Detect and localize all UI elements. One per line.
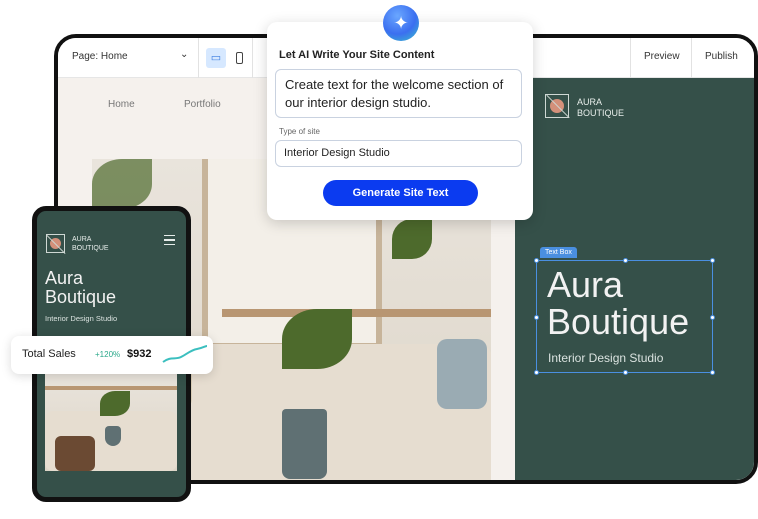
sales-change: +120% bbox=[95, 350, 121, 359]
mobile-site-subtitle: Interior Design Studio bbox=[45, 314, 118, 323]
prompt-input[interactable]: Create text for the welcome section of o… bbox=[275, 69, 522, 118]
resize-handle[interactable] bbox=[710, 258, 715, 263]
sales-label: Total Sales bbox=[22, 348, 76, 360]
resize-handle[interactable] bbox=[534, 315, 539, 320]
site-subtitle: Interior Design Studio bbox=[548, 351, 664, 365]
site-title[interactable]: Aura Boutique bbox=[547, 266, 689, 340]
hamburger-menu-icon[interactable] bbox=[164, 235, 175, 248]
logo-icon bbox=[46, 234, 66, 255]
divider bbox=[691, 38, 692, 78]
preview-button[interactable]: Preview bbox=[644, 51, 680, 62]
title-line: Boutique bbox=[547, 301, 690, 342]
mobile-hero-image bbox=[45, 371, 177, 471]
publish-button[interactable]: Publish bbox=[705, 51, 738, 62]
type-of-site-label: Type of site bbox=[279, 127, 320, 136]
resize-handle[interactable] bbox=[710, 370, 715, 375]
divider bbox=[252, 38, 253, 78]
resize-handle[interactable] bbox=[623, 258, 628, 263]
panel-title: Let AI Write Your Site Content bbox=[279, 49, 435, 61]
title-line: Aura bbox=[45, 268, 84, 288]
title-line: Boutique bbox=[45, 287, 117, 307]
logo-line: AURA bbox=[72, 236, 92, 243]
resize-handle[interactable] bbox=[534, 370, 539, 375]
chevron-down-icon[interactable]: ⌄ bbox=[180, 49, 188, 60]
resize-handle[interactable] bbox=[710, 315, 715, 320]
logo-line: BOUTIQUE bbox=[72, 245, 109, 252]
ai-content-panel: Let AI Write Your Site Content Create te… bbox=[267, 22, 533, 220]
logo-text: AURA BOUTIQUE bbox=[577, 97, 624, 119]
mobile-view-icon[interactable] bbox=[236, 52, 243, 64]
nav-home[interactable]: Home bbox=[108, 99, 135, 110]
sales-trend-sparkline bbox=[162, 345, 208, 363]
nav-portfolio[interactable]: Portfolio bbox=[184, 99, 221, 110]
logo-text: AURA BOUTIQUE bbox=[72, 235, 109, 253]
desktop-view-icon[interactable]: ▭ bbox=[206, 48, 226, 68]
page-selector[interactable]: Page: Home bbox=[72, 51, 128, 62]
resize-handle[interactable] bbox=[623, 370, 628, 375]
logo-icon bbox=[545, 94, 570, 119]
resize-handle[interactable] bbox=[534, 258, 539, 263]
divider bbox=[630, 38, 631, 78]
text-box-label: Text Box bbox=[540, 247, 577, 258]
logo-line: BOUTIQUE bbox=[577, 108, 625, 118]
total-sales-card: Total Sales +120% $932 bbox=[11, 336, 213, 374]
mobile-site-title: Aura Boutique bbox=[45, 269, 116, 307]
logo-line: AURA bbox=[577, 97, 603, 107]
generate-site-text-button[interactable]: Generate Site Text bbox=[323, 180, 478, 206]
divider bbox=[198, 38, 199, 78]
type-of-site-input[interactable]: Interior Design Studio bbox=[275, 140, 522, 167]
title-line: Aura bbox=[547, 264, 624, 305]
ai-sparkle-icon: ✦ bbox=[383, 5, 419, 41]
sales-value: $932 bbox=[127, 348, 152, 360]
